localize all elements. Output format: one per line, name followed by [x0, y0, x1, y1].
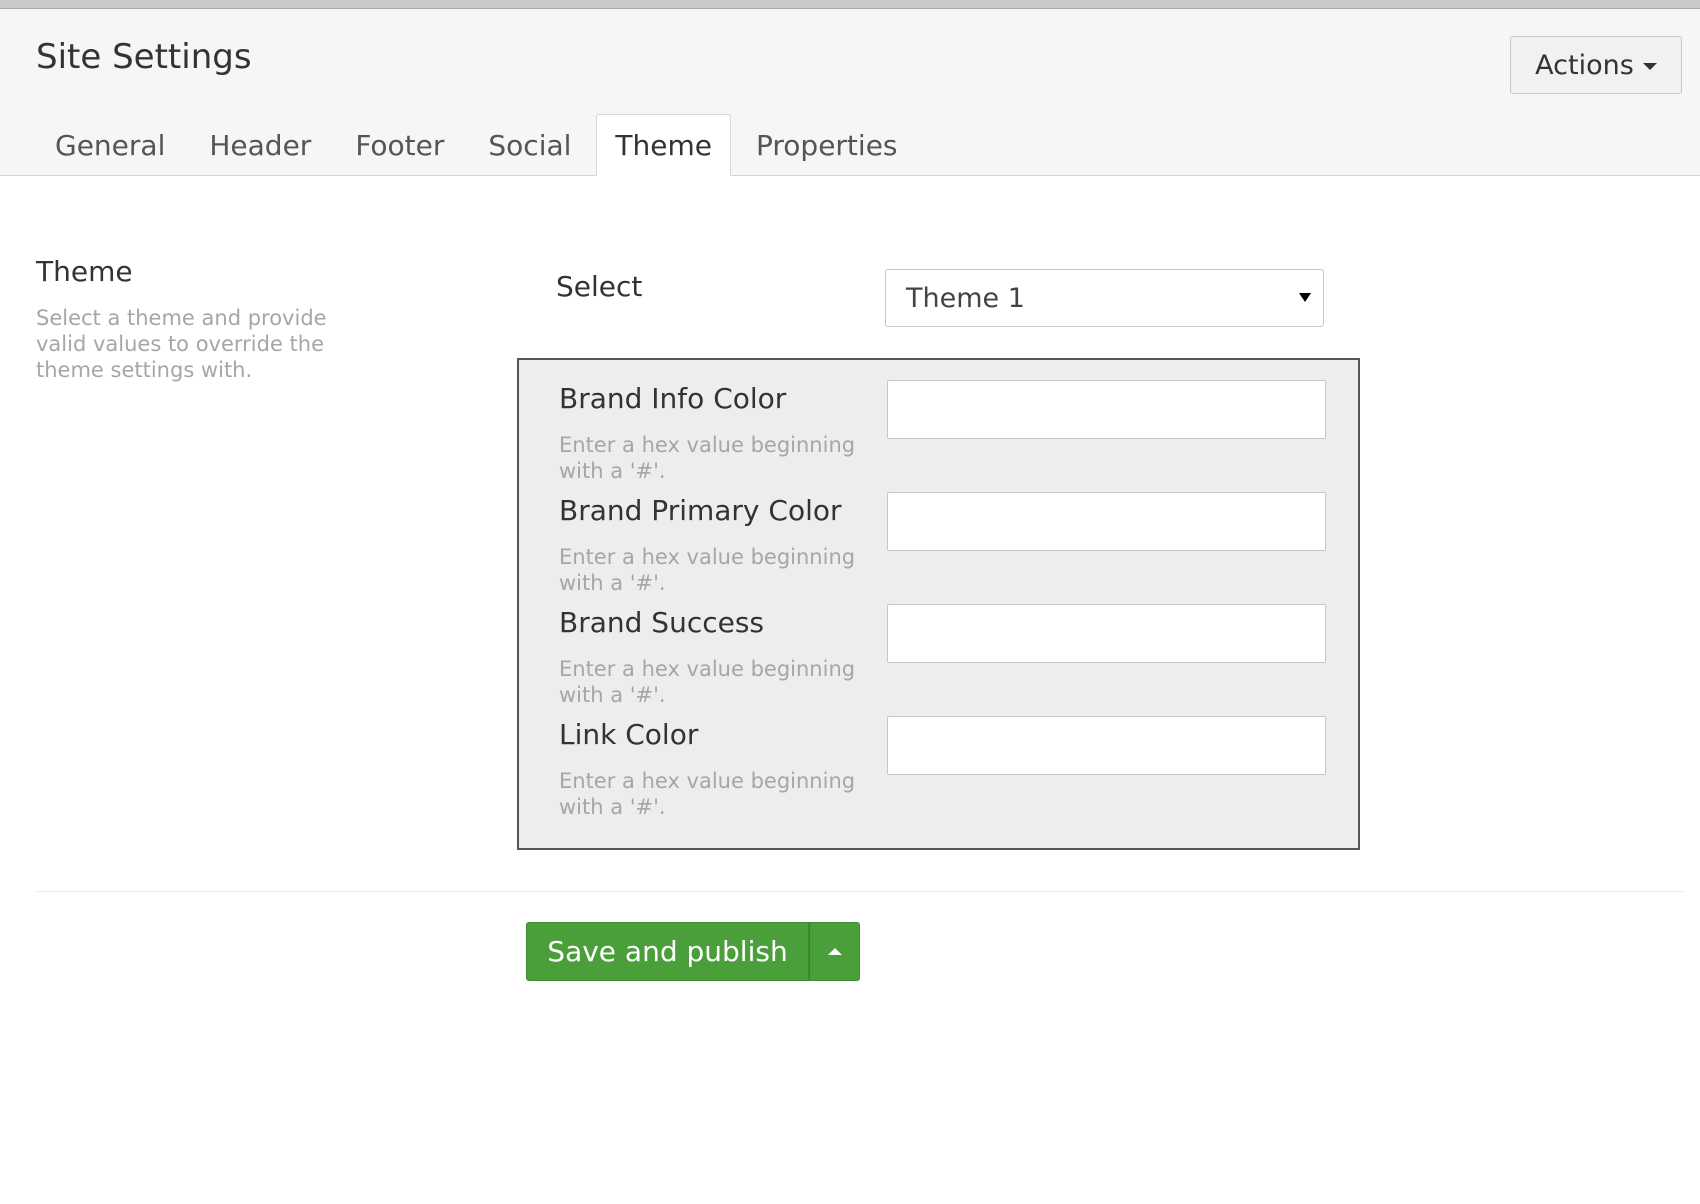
window-top-border: [0, 0, 1700, 9]
field-link-color: Link Color Enter a hex value beginning w…: [559, 696, 1339, 819]
theme-select-label: Select: [556, 270, 643, 303]
tab-footer[interactable]: Footer: [336, 114, 463, 175]
form-divider: [36, 891, 1684, 892]
field-brand-primary-color: Brand Primary Color Enter a hex value be…: [559, 472, 1339, 595]
field-label: Brand Primary Color: [559, 494, 842, 527]
field-brand-success: Brand Success Enter a hex value beginnin…: [559, 584, 1339, 707]
link-color-input[interactable]: [887, 716, 1326, 775]
tab-header[interactable]: Header: [190, 114, 330, 175]
save-button-group: Save and publish: [526, 922, 860, 981]
tab-theme[interactable]: Theme: [596, 114, 731, 176]
save-options-toggle-button[interactable]: [809, 922, 860, 981]
field-brand-info-color: Brand Info Color Enter a hex value begin…: [559, 360, 1339, 483]
save-and-publish-button[interactable]: Save and publish: [526, 922, 809, 981]
brand-info-color-input[interactable]: [887, 380, 1326, 439]
page-title: Site Settings: [36, 37, 252, 77]
field-help-text: Enter a hex value beginning with a '#'.: [559, 769, 856, 819]
theme-override-panel: Brand Info Color Enter a hex value begin…: [517, 358, 1360, 850]
caret-down-icon: [1642, 62, 1657, 70]
settings-tabs: General Header Footer Social Theme Prope…: [36, 114, 923, 176]
caret-down-icon: [1299, 293, 1311, 302]
actions-dropdown-button[interactable]: Actions: [1510, 36, 1682, 94]
brand-success-input[interactable]: [887, 604, 1326, 663]
tab-properties[interactable]: Properties: [737, 114, 917, 175]
caret-up-icon: [827, 948, 842, 955]
tab-social[interactable]: Social: [469, 114, 590, 175]
actions-button-label: Actions: [1535, 49, 1634, 81]
field-label: Brand Success: [559, 606, 765, 639]
page-header: Site Settings Actions General Header Foo…: [0, 9, 1700, 176]
field-label: Brand Info Color: [559, 382, 787, 415]
section-title: Theme: [36, 255, 133, 288]
section-description: Select a theme and provide valid values …: [36, 306, 327, 382]
theme-select-value: Theme 1: [906, 283, 1025, 314]
tab-general[interactable]: General: [36, 114, 184, 175]
field-label: Link Color: [559, 718, 699, 751]
theme-select[interactable]: Theme 1: [885, 269, 1324, 327]
brand-primary-color-input[interactable]: [887, 492, 1326, 551]
